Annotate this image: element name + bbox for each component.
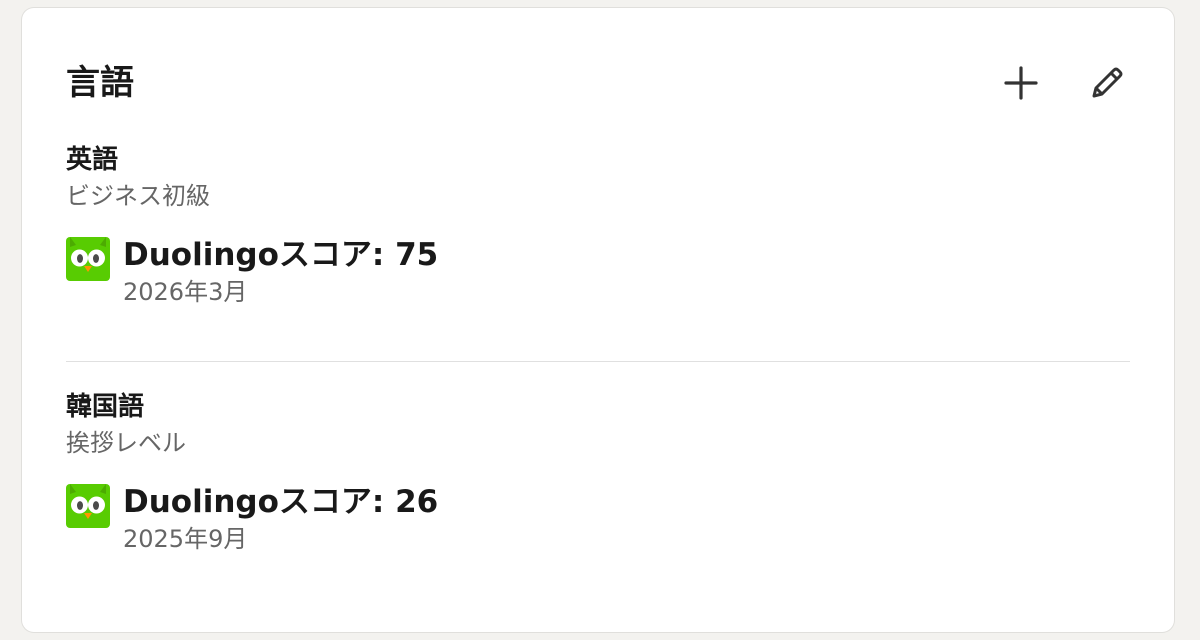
- card-header: 言語: [66, 58, 1130, 108]
- language-proficiency: ビジネス初級: [66, 182, 210, 210]
- section-title: 言語: [66, 63, 134, 103]
- pencil-icon: [1092, 67, 1123, 98]
- language-name: 韓国語: [66, 392, 145, 422]
- certification-date: 2025年9月: [123, 525, 248, 553]
- certification-title[interactable]: Duolingoスコア: 26: [123, 480, 438, 524]
- certification-date: 2026年3月: [123, 278, 248, 306]
- duolingo-owl-icon: [66, 484, 110, 528]
- language-proficiency: 挨拶レベル: [66, 429, 186, 457]
- add-language-button[interactable]: [996, 58, 1046, 108]
- language-item: 英語 ビジネス初級 Duolingoスコア: 75 2026年3月: [66, 143, 1130, 313]
- edit-languages-button[interactable]: [1082, 58, 1132, 108]
- certification-title[interactable]: Duolingoスコア: 75: [123, 233, 438, 277]
- divider: [66, 361, 1130, 362]
- language-name: 英語: [66, 145, 119, 175]
- language-item: 韓国語 挨拶レベル Duolingoスコア: 26 2025年9月: [66, 390, 1130, 560]
- duolingo-owl-icon: [66, 237, 110, 281]
- certification: Duolingoスコア: 75 2026年3月: [66, 233, 1130, 313]
- certification: Duolingoスコア: 26 2025年9月: [66, 480, 1130, 560]
- plus-icon: [1004, 66, 1038, 100]
- languages-card: 言語 英語 ビジネス初級 Duolingoスコア: 75 2026年3月 韓国語…: [22, 8, 1174, 632]
